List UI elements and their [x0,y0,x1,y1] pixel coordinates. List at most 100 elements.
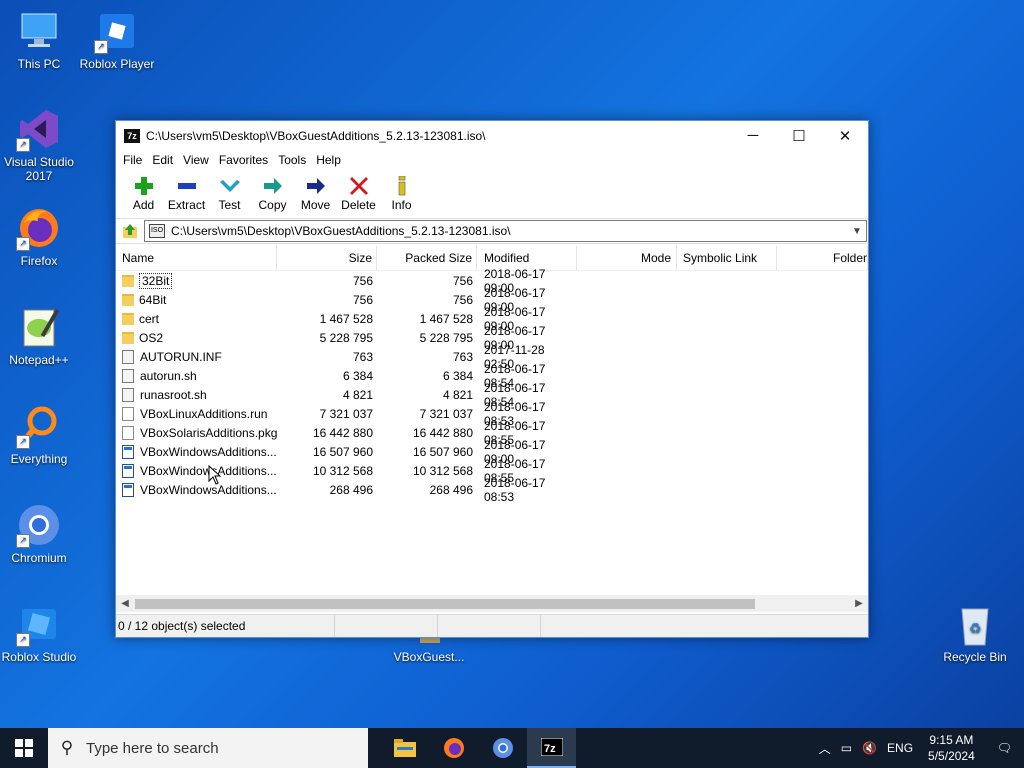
menu-help[interactable]: Help [311,153,346,167]
column-header-packed-size[interactable]: Packed Size [377,246,477,270]
cell-name: 64Bit [116,293,277,307]
cell-name: VBoxWindowsAdditions... [116,482,277,497]
folder-icon [122,312,134,325]
shortcut-arrow-icon: ↗ [94,40,108,54]
menu-bar: File Edit View Favorites Tools Help [116,150,868,170]
search-placeholder: Type here to search [86,739,219,757]
desktop-icon-label: Visual Studio 2017 [4,155,74,183]
shortcut-arrow-icon: ↗ [16,534,30,548]
desktop-icon-label: Firefox [20,254,58,268]
minimize-button[interactable]: ─ [730,121,776,150]
firefox-icon [443,738,464,758]
menu-favorites[interactable]: Favorites [214,153,273,167]
language-indicator[interactable]: ENG [882,741,918,755]
cell-packed-size: 4 821 [442,387,473,402]
taskbar-file-explorer[interactable] [380,728,429,768]
table-row[interactable]: VBoxWindowsAdditions... 268 496 268 496 201… [116,476,868,504]
scroll-left-icon[interactable]: ◀ [116,598,134,609]
menu-edit[interactable]: Edit [147,153,178,167]
file-name: VBoxWindowsAdditions... [140,444,277,459]
svg-text:♻: ♻ [969,620,982,636]
file-name: 64Bit [139,292,167,307]
clock[interactable]: 9:15 AM 5/5/2024 [918,732,985,764]
copy-button[interactable]: Copy [251,170,294,212]
extract-button[interactable]: Extract [165,170,208,212]
move-button[interactable]: Move [294,170,337,212]
search-icon: ⚲ [60,738,74,757]
menu-tools[interactable]: Tools [273,153,311,167]
cell-packed-size: 763 [452,349,473,364]
file-icon [122,368,134,383]
info-button[interactable]: Info [380,170,423,212]
desktop-icon-visual-studio[interactable]: ↗ Visual Studio 2017 [0,106,78,183]
test-button[interactable]: Test [208,170,251,212]
taskbar-chromium[interactable] [478,728,527,768]
path-input[interactable]: ISO C:\Users\vm5\Desktop\VBoxGuestAdditi… [144,220,867,242]
move-label: Move [300,198,331,212]
menu-view[interactable]: View [178,153,214,167]
status-text: 0 / 12 object(s) selected [116,615,335,637]
notepad-plus-plus-icon [16,304,62,350]
start-button[interactable] [0,728,48,768]
desktop-icon-notepad-plus-plus[interactable]: Notepad++ [0,304,78,367]
desktop-icon-roblox-studio[interactable]: ↗ Roblox Studio [0,601,78,664]
column-header-symbolic-link[interactable]: Symbolic Link [677,246,777,270]
info-label: Info [391,198,412,212]
folder-icon [122,293,134,306]
close-button[interactable]: ✕ [822,121,868,150]
copy-label: Copy [258,198,287,212]
scroll-right-icon[interactable]: ▶ [850,598,868,609]
title-bar[interactable]: 7z C:\Users\vm5\Desktop\VBoxGuestAdditio… [116,121,868,150]
shortcut-arrow-icon: ↗ [16,138,30,152]
cell-size: 7 321 037 [319,406,373,421]
desktop-icon-label: VBoxGuest... [393,650,465,664]
iso-icon: ISO [149,224,165,238]
taskbar-search-box[interactable]: ⚲ Type here to search [48,728,368,768]
column-header-folder[interactable]: Folder [777,246,868,270]
column-header-name[interactable]: Name [116,246,277,270]
cell-size: 16 507 960 [312,444,373,459]
cell-size: 763 [352,349,373,364]
volume-muted-icon[interactable]: 🔇 [857,741,882,755]
desktop-icon-chromium[interactable]: ↗ Chromium [0,502,78,565]
desktop-icon-firefox[interactable]: ↗ Firefox [0,205,78,268]
cell-name: VBoxLinuxAdditions.run [116,406,277,421]
desktop-icon-roblox-player[interactable]: ↗ Roblox Player [78,8,156,71]
cell-name: AUTORUN.INF [116,349,277,364]
executable-icon [122,482,134,497]
desktop-icon-recycle-bin[interactable]: ♻ Recycle Bin [936,601,1014,664]
file-name: 32Bit [139,272,173,289]
scrollbar-thumb[interactable] [135,599,755,609]
delete-button[interactable]: Delete [337,170,380,212]
column-header-size[interactable]: Size [277,246,377,270]
computer-icon [16,8,62,54]
info-icon [380,176,423,196]
desktop-icon-this-pc[interactable]: This PC [0,8,78,71]
menu-file[interactable]: File [118,153,147,167]
desktop-icon-label: Recycle Bin [943,650,1007,664]
move-arrow-icon [294,176,337,196]
cell-packed-size: 5 228 795 [419,330,473,345]
network-icon[interactable]: ▭ [836,741,857,755]
up-folder-button[interactable] [116,219,144,243]
file-name: autorun.sh [140,368,197,383]
add-button[interactable]: Add [122,170,165,212]
cell-packed-size: 756 [452,292,473,307]
notification-icon[interactable]: 🗨 [985,741,1024,755]
chevron-down-icon[interactable]: ▼ [848,226,866,237]
column-header-mode[interactable]: Mode [577,246,677,270]
cell-packed-size: 268 496 [429,482,473,497]
taskbar-firefox[interactable] [429,728,478,768]
address-bar: ISO C:\Users\vm5\Desktop\VBoxGuestAdditi… [116,219,868,244]
taskbar-7zip[interactable]: 7z [527,728,576,768]
folder-icon [122,274,134,287]
check-icon [208,176,251,196]
file-list: Name Size Packed Size Modified Mode Symb… [116,246,868,595]
chevron-up-icon[interactable]: ︿ [814,740,836,757]
cell-packed-size: 1 467 528 [419,311,473,326]
cell-packed-size: 16 507 960 [412,444,473,459]
svg-text:7z: 7z [544,743,556,755]
maximize-button[interactable]: ☐ [776,121,822,150]
horizontal-scrollbar[interactable]: ◀ ▶ [116,595,868,612]
desktop-icon-everything[interactable]: ↗ Everything [0,403,78,466]
